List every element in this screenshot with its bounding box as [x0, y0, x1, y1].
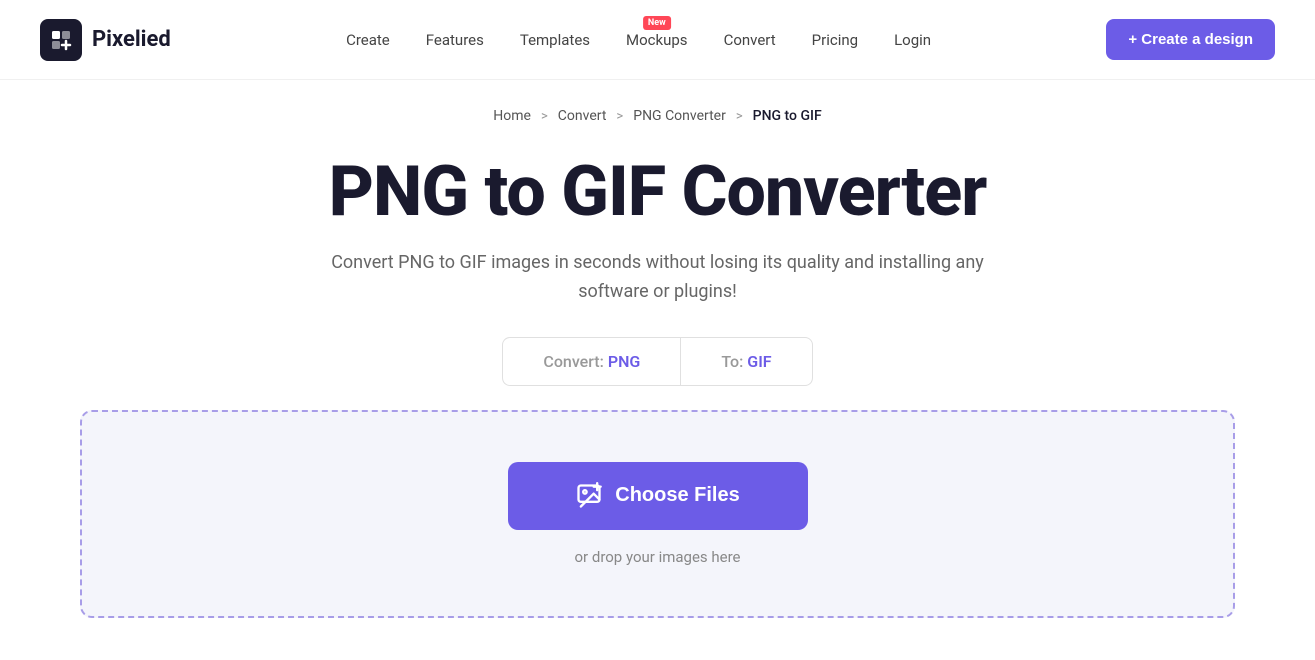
- nav-pricing[interactable]: Pricing: [812, 31, 858, 49]
- create-design-button[interactable]: + Create a design: [1106, 19, 1275, 60]
- logo[interactable]: Pixelied: [40, 19, 171, 61]
- breadcrumb-current: PNG to GIF: [753, 108, 822, 124]
- breadcrumb-home[interactable]: Home: [493, 108, 531, 124]
- nav-convert[interactable]: Convert: [724, 31, 776, 49]
- new-badge: New: [643, 16, 671, 30]
- to-value: GIF: [747, 352, 771, 371]
- drop-hint: or drop your images here: [575, 548, 741, 566]
- breadcrumb-convert[interactable]: Convert: [558, 108, 607, 124]
- breadcrumb-png-converter[interactable]: PNG Converter: [633, 108, 726, 124]
- header: Pixelied Create Features Templates New M…: [0, 0, 1315, 80]
- from-value: PNG: [608, 352, 641, 371]
- breadcrumb-sep-3: >: [736, 109, 743, 124]
- page-subtitle: Convert PNG to GIF images in seconds wit…: [318, 249, 998, 307]
- to-label: To:: [721, 352, 743, 371]
- breadcrumb-sep-1: >: [541, 109, 548, 124]
- main-content: PNG to GIF Converter Convert PNG to GIF …: [0, 124, 1315, 618]
- convert-to-tab[interactable]: To:GIF: [680, 337, 812, 386]
- drop-zone[interactable]: Choose Files or drop your images here: [80, 410, 1235, 618]
- breadcrumb-sep-2: >: [616, 109, 623, 124]
- choose-files-button[interactable]: Choose Files: [508, 462, 808, 530]
- convert-from-tab[interactable]: Convert: PNG: [502, 337, 680, 386]
- from-label: Convert:: [543, 352, 603, 371]
- nav-create[interactable]: Create: [346, 31, 390, 49]
- page-title: PNG to GIF Converter: [40, 154, 1275, 231]
- choose-files-label: Choose Files: [615, 484, 739, 507]
- main-nav: Create Features Templates New Mockups Co…: [346, 30, 931, 49]
- nav-mockups-container: New Mockups: [626, 30, 688, 49]
- nav-login[interactable]: Login: [894, 31, 931, 49]
- breadcrumb: Home > Convert > PNG Converter > PNG to …: [0, 108, 1315, 124]
- nav-mockups[interactable]: Mockups: [626, 31, 688, 49]
- logo-text: Pixelied: [92, 27, 171, 52]
- converter-tabs: Convert: PNG To:GIF: [40, 337, 1275, 386]
- logo-icon: [40, 19, 82, 61]
- nav-features[interactable]: Features: [426, 31, 484, 49]
- nav-templates[interactable]: Templates: [520, 31, 590, 49]
- image-add-icon: [575, 482, 603, 510]
